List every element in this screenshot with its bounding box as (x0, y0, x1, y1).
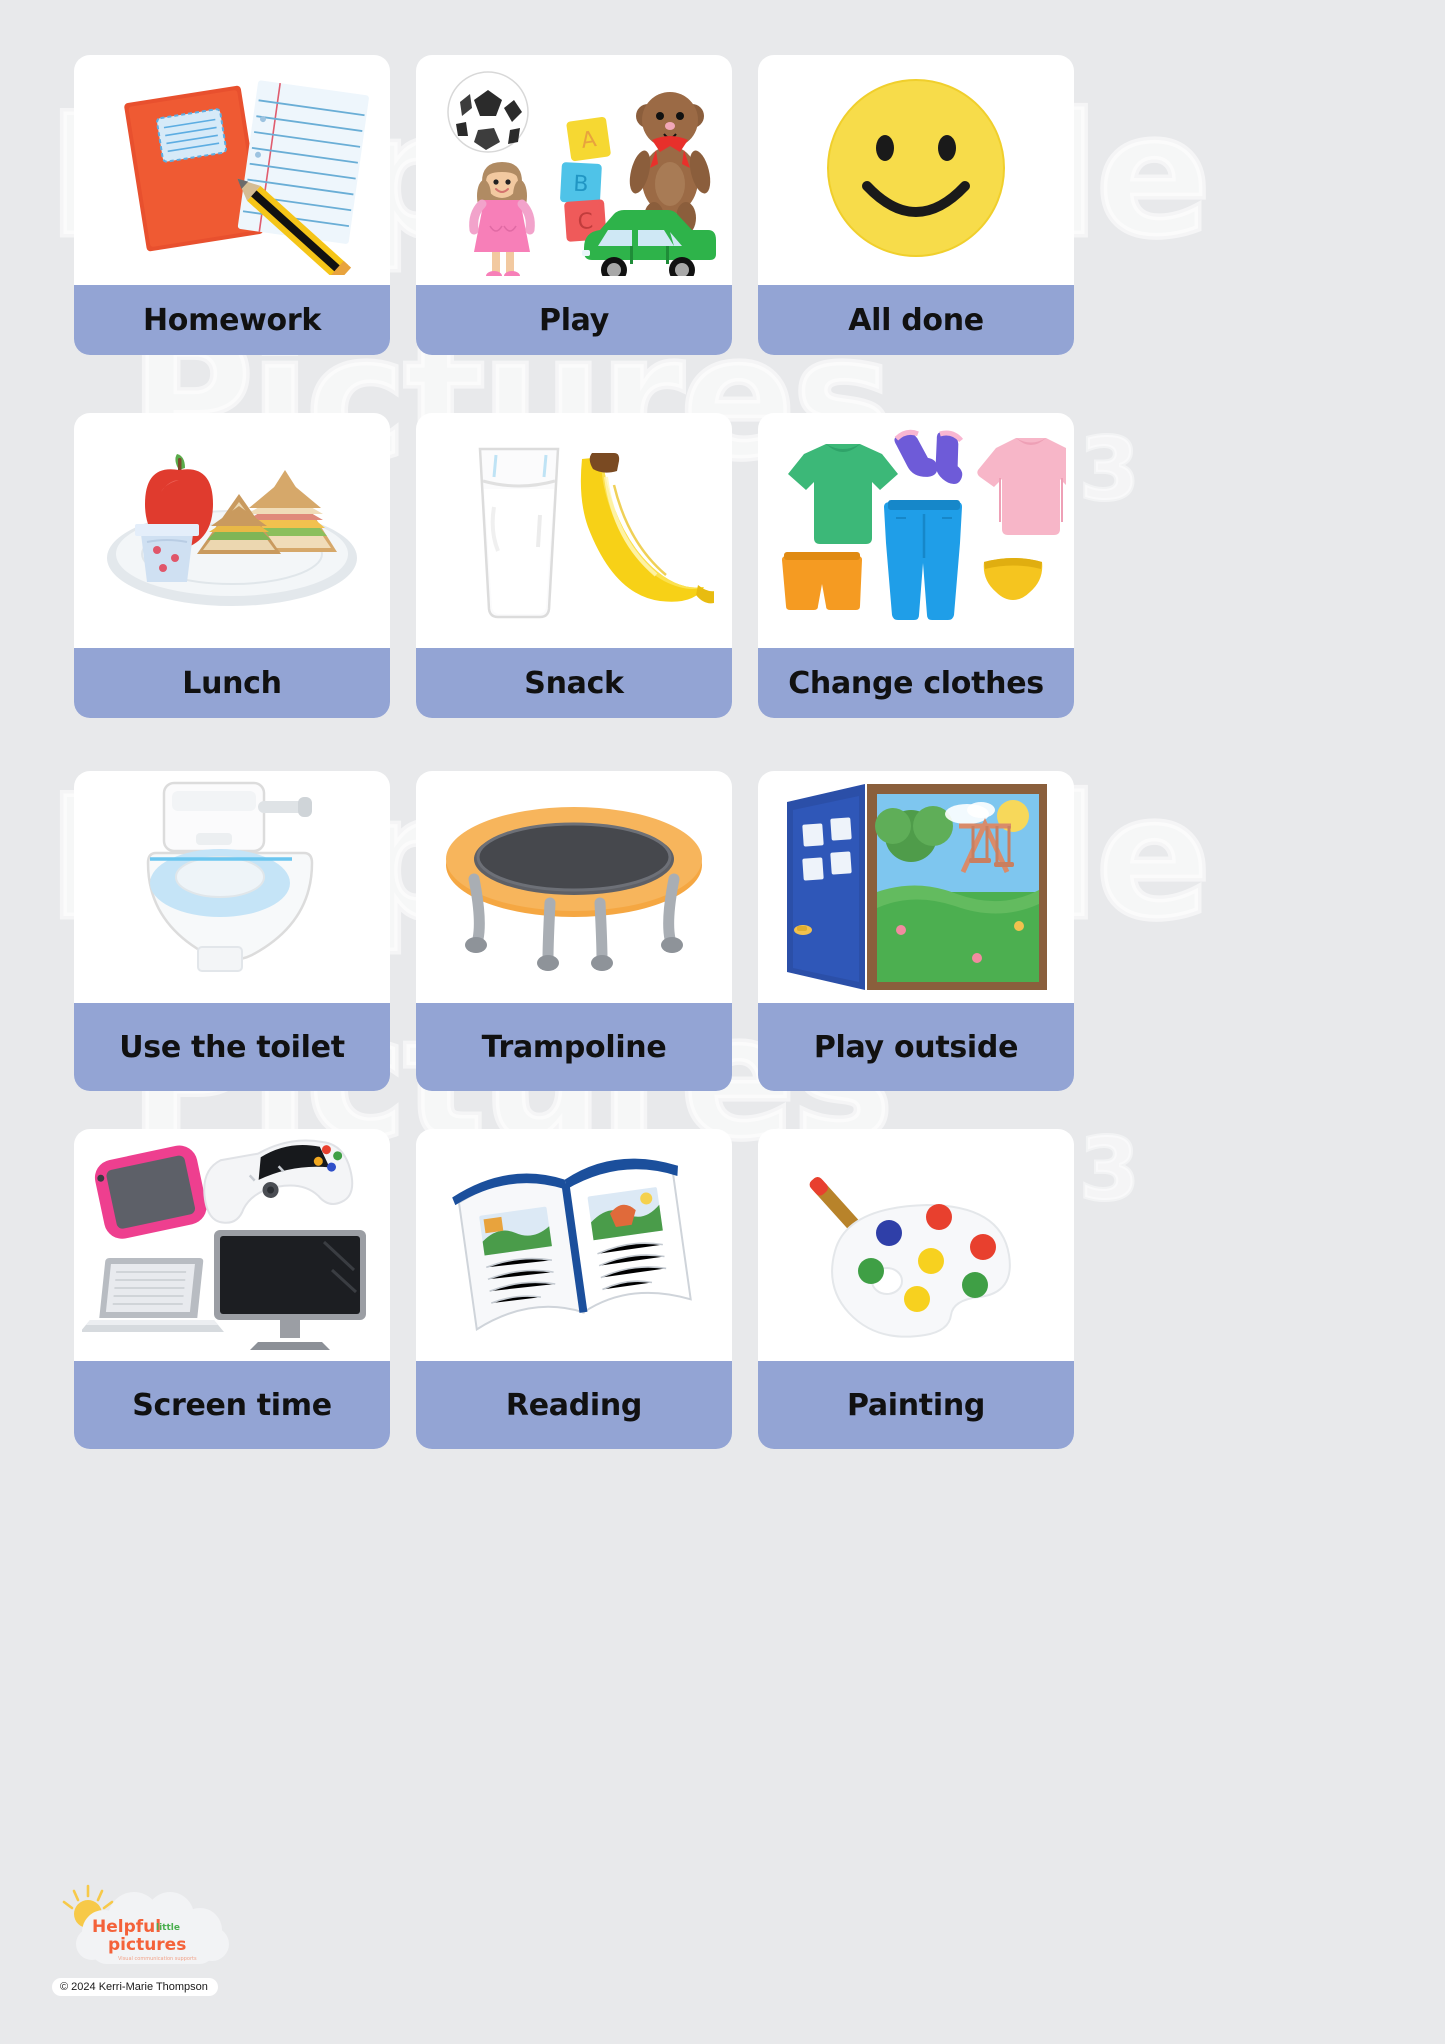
screens-icon (74, 1129, 390, 1361)
smiley-face-icon (758, 55, 1074, 285)
svg-text:B: B (573, 172, 589, 198)
card-label-reading: Reading (416, 1361, 732, 1449)
card-label-change-clothes: Change clothes (758, 648, 1074, 718)
picture-card-sheet: Homework A B C Play All done Lunch Snack… (0, 0, 1445, 2044)
card-screen-time[interactable]: Screen time (74, 1129, 390, 1449)
svg-text:little: little (156, 1923, 180, 1933)
card-trampoline[interactable]: Trampoline (416, 771, 732, 1091)
clothes-icon (758, 413, 1074, 648)
trampoline-icon (416, 771, 732, 1003)
toilet-icon (74, 771, 390, 1003)
svg-text:pictures: pictures (108, 1935, 186, 1955)
card-grid: Homework A B C Play All done Lunch Snack… (74, 55, 1374, 1469)
homework-icon (74, 55, 390, 285)
card-snack[interactable]: Snack (416, 413, 732, 718)
card-label-play-outside: Play outside (758, 1003, 1074, 1091)
card-reading[interactable]: Reading (416, 1129, 732, 1449)
card-change-clothes[interactable]: Change clothes (758, 413, 1074, 718)
card-play-outside[interactable]: Play outside (758, 771, 1074, 1091)
card-label-homework: Homework (74, 285, 390, 355)
card-all-done[interactable]: All done (758, 55, 1074, 355)
svg-text:Visual communication supports: Visual communication supports (118, 1956, 197, 1962)
open-book-icon (416, 1129, 732, 1361)
card-homework[interactable]: Homework (74, 55, 390, 355)
svg-text:Helpful: Helpful (92, 1917, 161, 1937)
card-painting[interactable]: Painting (758, 1129, 1074, 1449)
door-outside-icon (758, 771, 1074, 1003)
card-lunch[interactable]: Lunch (74, 413, 390, 718)
svg-text:C: C (577, 209, 594, 235)
card-label-use-the-toilet: Use the toilet (74, 1003, 390, 1091)
card-play[interactable]: A B C Play (416, 55, 732, 355)
card-label-snack: Snack (416, 648, 732, 718)
lunch-plate-icon (74, 413, 390, 648)
play-toys-icon: A B C (416, 55, 732, 285)
brand-logo: Helpful little pictures Visual communica… (52, 1882, 282, 1996)
card-label-painting: Painting (758, 1361, 1074, 1449)
copyright-text: © 2024 Kerri-Marie Thompson (52, 1978, 218, 1996)
logo-cloud-icon: Helpful little pictures Visual communica… (52, 1882, 252, 1974)
card-label-play: Play (416, 285, 732, 355)
paint-palette-icon (758, 1129, 1074, 1361)
snack-milk-banana-icon (416, 413, 732, 648)
card-label-all-done: All done (758, 285, 1074, 355)
card-use-the-toilet[interactable]: Use the toilet (74, 771, 390, 1091)
card-label-screen-time: Screen time (74, 1361, 390, 1449)
card-label-trampoline: Trampoline (416, 1003, 732, 1091)
card-label-lunch: Lunch (74, 648, 390, 718)
